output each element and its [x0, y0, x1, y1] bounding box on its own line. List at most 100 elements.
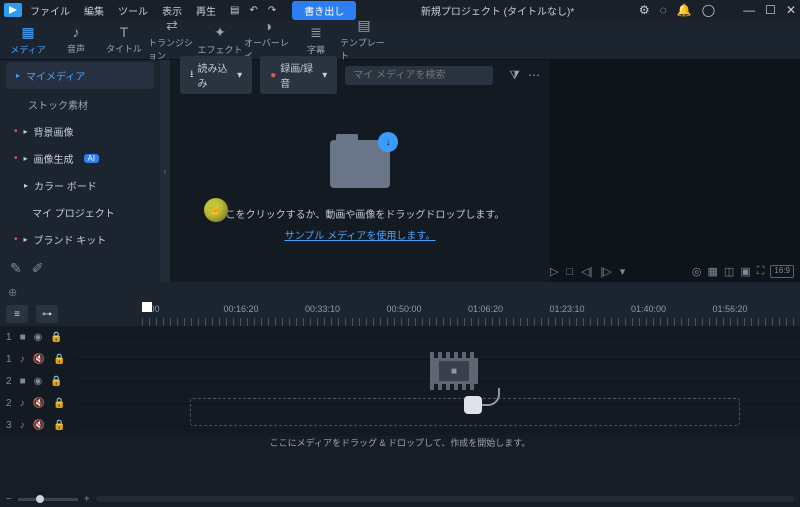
folder-icon: ↓	[330, 140, 390, 188]
sidebar-item-background[interactable]: •▸背景画像	[0, 118, 160, 145]
eraser-icon[interactable]: ✎	[10, 260, 22, 277]
settings-icon[interactable]: ⚙	[639, 3, 650, 17]
lock-icon[interactable]: 🔒	[53, 420, 65, 431]
chevron-right-icon: ▸	[16, 71, 20, 80]
audio-track-icon: ♪	[20, 354, 25, 365]
menu-bar: ファイル 編集 ツール 表示 再生 ▤ ↶ ↷ 書き出し 新規プロジェクト (タ…	[0, 0, 800, 20]
lock-icon[interactable]: 🔒	[50, 376, 62, 387]
tab-audio[interactable]: ♪音声	[52, 24, 100, 55]
sidebar-item-myproject[interactable]: マイ プロジェクト	[0, 199, 160, 226]
sidebar-item-imagegen[interactable]: •▸画像生成AI	[0, 145, 160, 172]
eye-icon[interactable]: ◉	[34, 376, 43, 387]
timeline-view-button[interactable]: ≡	[6, 305, 28, 323]
filter-icon[interactable]: ⧩	[509, 68, 520, 83]
video-track-icon: ■	[20, 376, 26, 387]
zoom-bar: − +	[6, 494, 794, 504]
eye-icon[interactable]: ◉	[34, 332, 43, 343]
grid-icon[interactable]: ▦	[708, 265, 718, 278]
timeline-ruler[interactable]: 0:00 00:16:20 00:33:10 00:50:00 01:06:20…	[142, 302, 794, 326]
zoom-slider[interactable]	[18, 498, 78, 501]
prev-frame-icon[interactable]: ◁|	[581, 265, 592, 278]
bell-icon[interactable]: 🔔	[677, 3, 692, 17]
ai-badge: AI	[84, 154, 100, 163]
preview-controls: ▷ □ ◁| |▷ ▾ ◎ ▦ ◫ ▣ ⛶ 16:9	[550, 265, 800, 278]
zoom-out-icon[interactable]: −	[6, 494, 12, 505]
aspect-ratio-badge[interactable]: 16:9	[770, 265, 794, 278]
cloud-icon[interactable]: ◌	[660, 3, 667, 17]
lock-icon[interactable]: 🔒	[53, 398, 65, 409]
timeline-scrollbar[interactable]	[96, 496, 794, 502]
menu-view[interactable]: 表示	[162, 3, 182, 18]
playhead[interactable]	[142, 302, 152, 312]
maximize-icon[interactable]: ☐	[765, 3, 776, 17]
lock-icon[interactable]: 🔒	[53, 354, 65, 365]
video-track-icon: ■	[20, 332, 26, 343]
hand-icon	[464, 396, 482, 414]
chevron-down-icon: ▾	[322, 70, 327, 81]
save-icon[interactable]: ▤	[230, 5, 239, 16]
audio-icon: ♪	[73, 24, 80, 40]
chevron-down-icon[interactable]: ▾	[620, 265, 626, 278]
track-body[interactable]	[76, 337, 800, 338]
tab-overlay[interactable]: ◑オーバーレイ	[244, 18, 292, 62]
zoom-in-icon[interactable]: +	[84, 494, 90, 505]
media-sidebar: ▸マイメディア ストック素材 •▸背景画像 •▸画像生成AI ▸カラー ボード …	[0, 60, 160, 282]
mute-icon[interactable]: 🔇	[33, 398, 45, 409]
download-badge-icon: ↓	[378, 132, 398, 152]
account-icon[interactable]: ◯	[702, 3, 715, 17]
menu-file[interactable]: ファイル	[30, 3, 70, 18]
sidebar-item-stock[interactable]: ストック素材	[0, 91, 160, 118]
volume-icon[interactable]: ◎	[692, 265, 702, 278]
timeline-toolbar: ⊕	[0, 282, 800, 302]
play-icon[interactable]: ▷	[550, 265, 558, 278]
search-input[interactable]	[345, 66, 493, 85]
menu-tool[interactable]: ツール	[118, 3, 148, 18]
template-icon: ▤	[357, 17, 370, 34]
tab-effect[interactable]: ✦エフェクト	[196, 24, 244, 56]
project-title: 新規プロジェクト (タイトルなし)*	[356, 3, 639, 18]
redo-icon[interactable]: ↷	[268, 5, 276, 16]
sidebar-item-brandkit[interactable]: •▸ブランド キット	[0, 226, 160, 253]
import-icon: ⭳	[190, 67, 194, 84]
mute-icon[interactable]: 🔇	[33, 354, 45, 365]
record-button[interactable]: ●録画/録音▾	[260, 56, 337, 94]
mute-icon[interactable]: 🔇	[33, 420, 45, 431]
menu-items: ファイル 編集 ツール 表示 再生	[30, 3, 216, 18]
undo-icon[interactable]: ↶	[249, 5, 257, 16]
audio-track-icon: ♪	[20, 398, 25, 409]
add-track-icon[interactable]: ⊕	[8, 286, 17, 299]
tab-subtitle[interactable]: ≣字幕	[292, 24, 340, 56]
minimize-icon[interactable]: —	[743, 3, 755, 17]
tab-media[interactable]: ▦メディア	[4, 24, 52, 56]
menu-edit[interactable]: 編集	[84, 3, 104, 18]
record-icon: ●	[270, 70, 276, 81]
magnet-button[interactable]: ⊶	[36, 305, 58, 323]
brush-icon[interactable]: ✐	[32, 260, 44, 277]
sidebar-item-colorboard[interactable]: ▸カラー ボード	[0, 172, 160, 199]
film-icon: ■	[430, 352, 478, 390]
audio-track-icon: ♪	[20, 420, 25, 431]
snapshot-icon[interactable]: ▣	[740, 265, 750, 278]
stop-icon[interactable]: □	[566, 266, 573, 278]
compare-icon[interactable]: ◫	[724, 265, 734, 278]
transition-icon: ⇄	[166, 17, 178, 34]
fullscreen-icon[interactable]: ⛶	[757, 265, 765, 278]
cursor-highlight	[204, 198, 228, 222]
effect-icon: ✦	[214, 24, 226, 41]
next-frame-icon[interactable]: |▷	[600, 265, 611, 278]
more-icon[interactable]: ⋯	[528, 68, 540, 82]
import-button[interactable]: ⭳読み込み▾	[180, 56, 252, 94]
track-row: 1♪🔇🔒	[0, 348, 800, 370]
lock-icon[interactable]: 🔒	[50, 332, 62, 343]
media-drop-area[interactable]: ↓ ここをクリックするか、動画や画像をドラッグドロップします。 サンプル メディ…	[170, 140, 550, 242]
sample-media-link[interactable]: サンプル メディアを使用します。	[170, 227, 550, 242]
menu-play[interactable]: 再生	[196, 3, 216, 18]
close-icon[interactable]: ✕	[786, 3, 796, 17]
panel-tabs: ▦メディア ♪音声 Tタイトル ⇄トランジション ✦エフェクト ◑オーバーレイ …	[0, 20, 800, 60]
tab-title[interactable]: Tタイトル	[100, 24, 148, 55]
media-icon: ▦	[21, 24, 34, 41]
track-row: 2■◉🔒	[0, 370, 800, 392]
sidebar-item-mymedia[interactable]: ▸マイメディア	[6, 62, 154, 89]
collapse-sidebar-button[interactable]: ‹	[160, 60, 170, 282]
tab-template[interactable]: ▤テンプレート	[340, 17, 388, 62]
